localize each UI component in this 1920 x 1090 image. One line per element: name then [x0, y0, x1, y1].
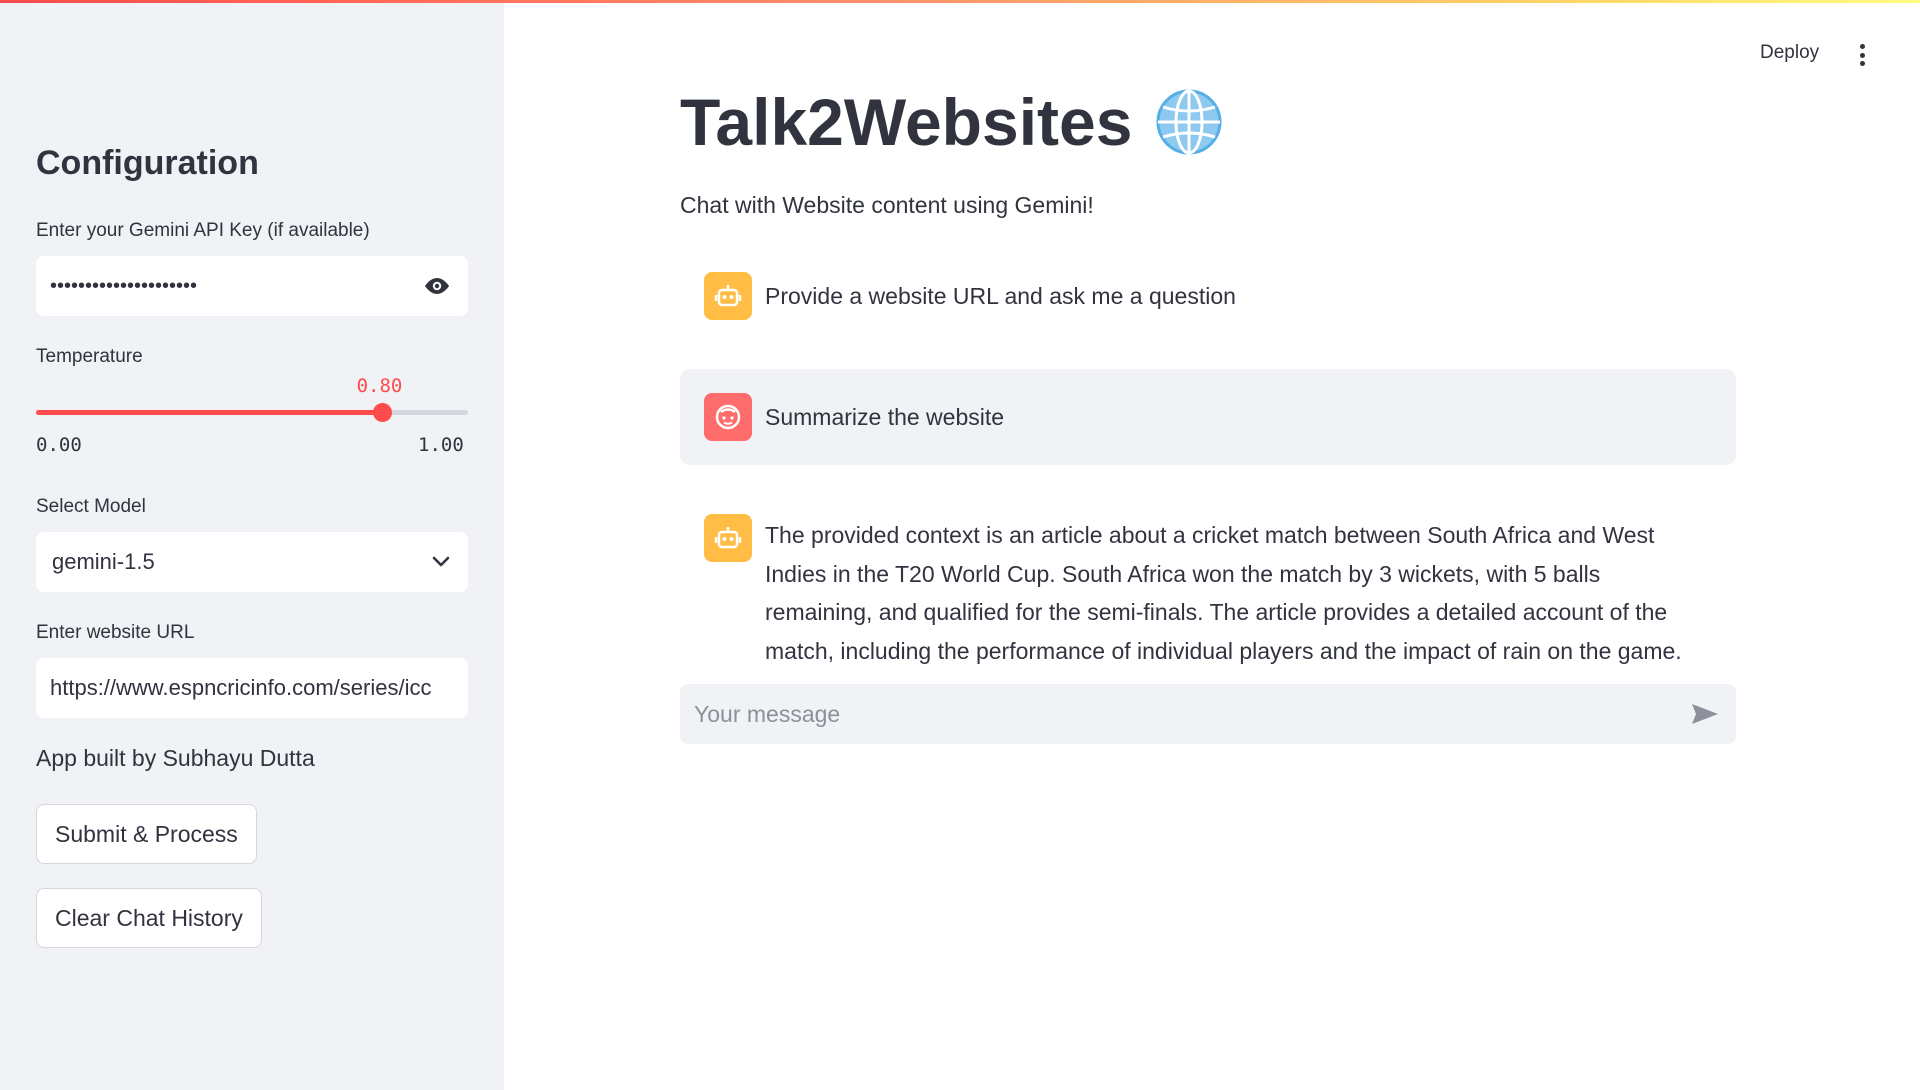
- chat-message-user: Summarize the website: [680, 369, 1736, 465]
- deploy-button[interactable]: Deploy: [1760, 42, 1819, 64]
- globe-icon: [1154, 87, 1224, 157]
- clear-chat-history-button[interactable]: Clear Chat History: [36, 888, 262, 948]
- website-url-value: https://www.espncricinfo.com/series/icc: [50, 675, 432, 700]
- api-key-value: •••••••••••••••••••••: [50, 274, 198, 297]
- sidebar: Configuration Enter your Gemini API Key …: [0, 0, 504, 1090]
- send-icon[interactable]: [1688, 697, 1722, 731]
- app-credit: App built by Subhayu Dutta: [36, 745, 315, 771]
- chat-message-assistant: Provide a website URL and ask me a quest…: [680, 272, 1736, 320]
- slider-thumb[interactable]: [372, 403, 392, 422]
- website-url-input[interactable]: https://www.espncricinfo.com/series/icc: [36, 658, 468, 718]
- main-menu-kebab-icon[interactable]: [1852, 40, 1872, 70]
- bot-avatar-icon: [704, 514, 752, 562]
- api-key-label: Enter your Gemini API Key (if available): [36, 220, 370, 241]
- submit-process-button[interactable]: Submit & Process: [36, 804, 257, 864]
- page-subtitle: Chat with Website content using Gemini!: [680, 192, 1094, 218]
- sidebar-title: Configuration: [36, 144, 259, 182]
- temperature-label: Temperature: [36, 346, 143, 367]
- temperature-min: 0.00: [36, 434, 82, 456]
- user-avatar-icon: [704, 393, 752, 441]
- page-title-text: Talk2Websites: [680, 85, 1133, 159]
- url-label: Enter website URL: [36, 622, 195, 643]
- message-text: Provide a website URL and ask me a quest…: [765, 283, 1236, 309]
- chat-message-input[interactable]: [694, 700, 1688, 728]
- slider-fill: [36, 410, 382, 415]
- model-label: Select Model: [36, 496, 146, 517]
- message-text: The provided context is an article about…: [765, 522, 1682, 664]
- model-select[interactable]: gemini-1.5: [36, 532, 468, 592]
- page-title: Talk2Websites: [680, 84, 1224, 160]
- temperature-max: 1.00: [418, 434, 464, 456]
- api-key-input[interactable]: •••••••••••••••••••••: [36, 256, 468, 316]
- chevron-down-icon: [428, 549, 454, 575]
- chat-message-assistant: The provided context is an article about…: [680, 514, 1736, 670]
- bot-avatar-icon: [704, 272, 752, 320]
- show-password-eye-icon[interactable]: [420, 269, 454, 303]
- message-text: Summarize the website: [765, 404, 1005, 430]
- temperature-value: 0.80: [356, 375, 403, 397]
- temperature-slider[interactable]: [36, 403, 468, 422]
- chat-input-box: [680, 684, 1736, 744]
- model-selected-value: gemini-1.5: [52, 549, 155, 574]
- top-decoration-stripe: [0, 0, 1920, 3]
